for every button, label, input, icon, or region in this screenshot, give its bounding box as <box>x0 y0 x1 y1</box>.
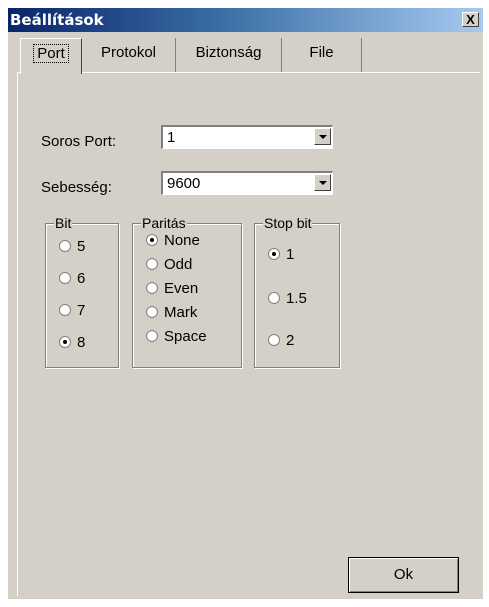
radio-icon <box>146 306 158 318</box>
stopbit-group: Stop bit 1 1.5 2 <box>254 215 340 368</box>
parity-option-label: None <box>164 232 200 249</box>
tab-port-label: Port <box>33 44 69 63</box>
stopbit-option-label: 1 <box>286 246 295 263</box>
bit-group-title: Bit <box>54 215 73 231</box>
radio-icon <box>268 334 280 346</box>
bit-option-label: 6 <box>77 270 86 287</box>
radio-selected-icon <box>59 336 71 348</box>
tab-file[interactable]: File <box>282 38 362 72</box>
soros-port-label: Soros Port: <box>41 133 117 150</box>
chevron-down-icon[interactable] <box>314 128 331 145</box>
close-icon: X <box>466 12 475 27</box>
stopbit-group-title: Stop bit <box>263 215 313 231</box>
tab-port[interactable]: Port <box>20 38 82 74</box>
tab-panel-top-edge <box>17 72 480 73</box>
chevron-down-icon[interactable] <box>314 174 331 191</box>
radio-icon <box>268 292 280 304</box>
parity-option-label: Odd <box>164 256 193 273</box>
parity-group-title: Paritás <box>141 215 187 231</box>
radio-icon <box>146 330 158 342</box>
radio-icon <box>59 240 71 252</box>
bit-group: Bit 5 6 7 8 <box>45 215 119 368</box>
ok-button[interactable]: Ok <box>348 557 459 593</box>
parity-group: Paritás None Odd Even Mark Space <box>132 215 242 368</box>
tab-biztonsag[interactable]: Biztonság <box>176 38 282 72</box>
title-bar[interactable]: Beállítások X <box>8 8 483 32</box>
stopbit-option-label: 2 <box>286 332 295 349</box>
bit-option-label: 5 <box>77 238 86 255</box>
window-title: Beállítások <box>10 11 104 29</box>
parity-option-label: Even <box>164 280 199 297</box>
tab-protokol-label: Protokol <box>100 44 157 61</box>
soros-port-select[interactable]: 1 <box>161 125 333 149</box>
tab-panel-left-edge <box>17 72 18 596</box>
sebesseg-select[interactable]: 9600 <box>161 171 333 195</box>
parity-option-label: Mark <box>164 304 198 321</box>
soros-port-value: 1 <box>167 129 176 146</box>
bit-option-label: 7 <box>77 302 86 319</box>
radio-selected-icon <box>146 234 158 246</box>
radio-selected-icon <box>268 248 280 260</box>
radio-icon <box>146 258 158 270</box>
tab-protokol[interactable]: Protokol <box>82 38 176 72</box>
bit-option-label: 8 <box>77 334 86 351</box>
close-button[interactable]: X <box>462 12 479 27</box>
radio-icon <box>59 304 71 316</box>
settings-dialog: Beállítások X Port Protokol Biztonság Fi… <box>8 8 483 599</box>
sebesseg-label: Sebesség: <box>41 179 112 196</box>
stopbit-option-label: 1.5 <box>286 290 307 307</box>
parity-option-label: Space <box>164 328 207 345</box>
tab-file-label: File <box>309 44 334 61</box>
tab-biztonsag-label: Biztonság <box>195 44 262 61</box>
sebesseg-value: 9600 <box>167 175 201 192</box>
radio-icon <box>146 282 158 294</box>
radio-icon <box>59 272 71 284</box>
